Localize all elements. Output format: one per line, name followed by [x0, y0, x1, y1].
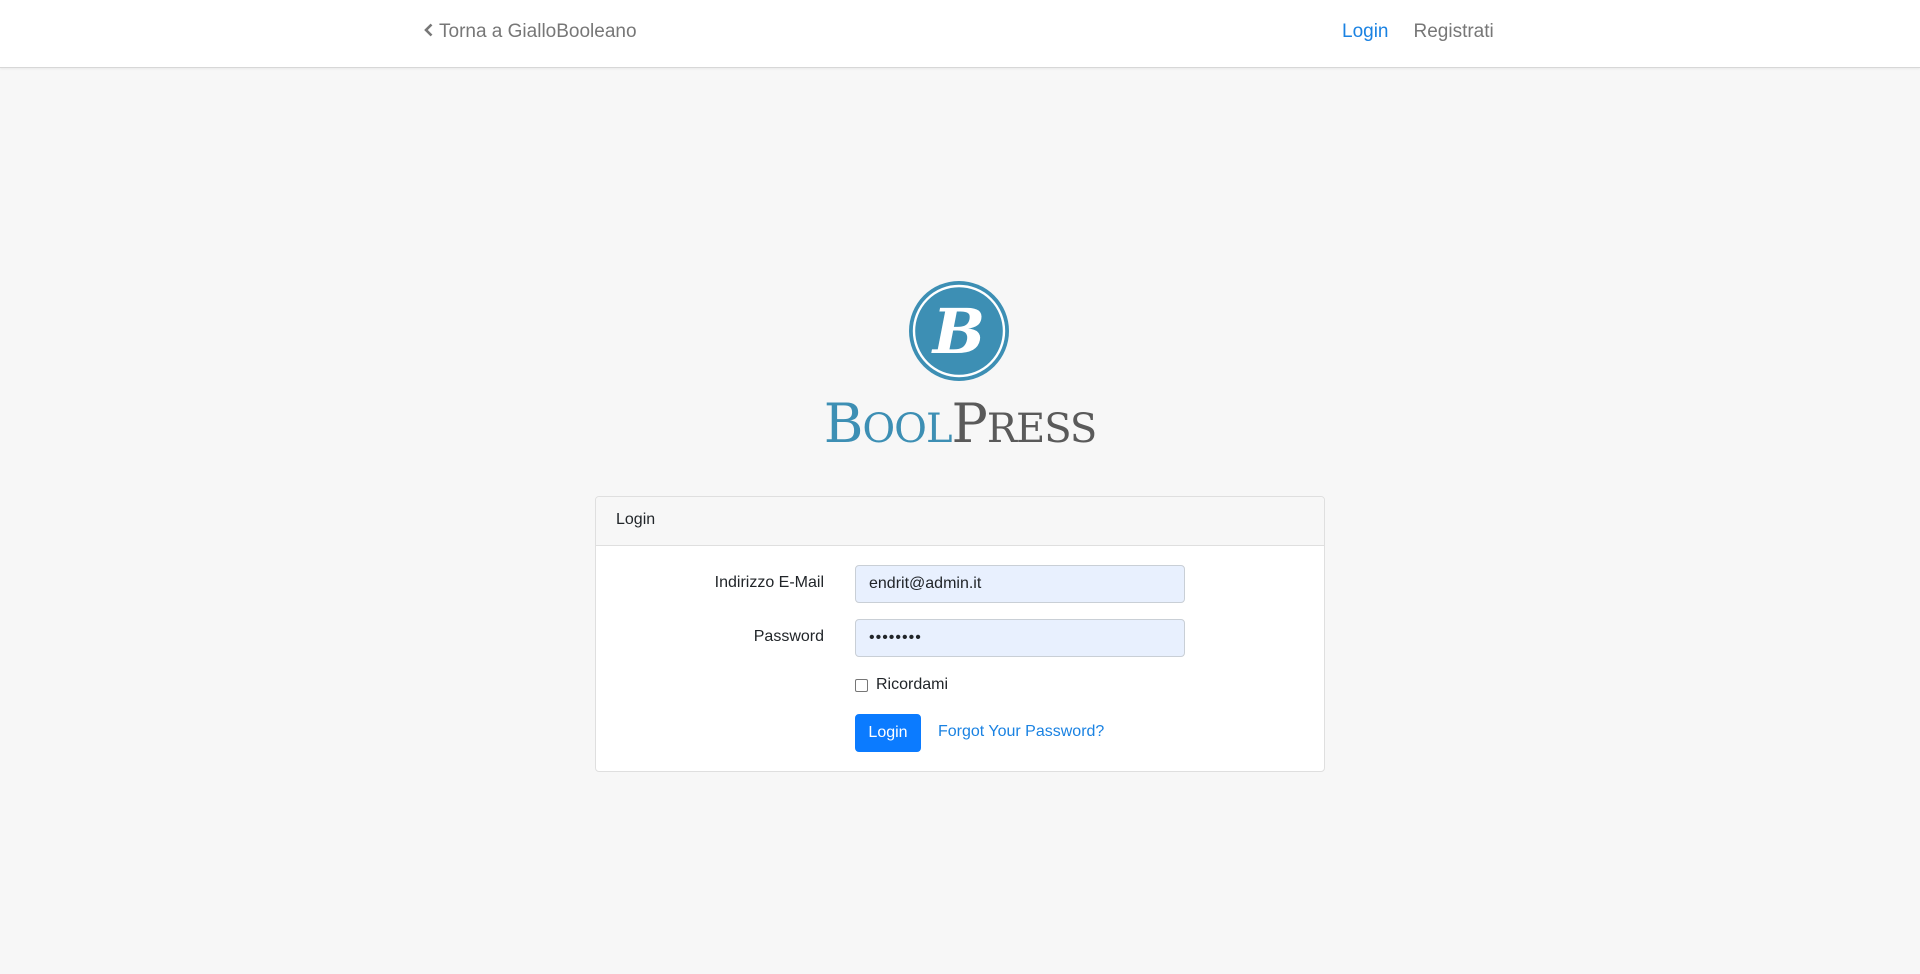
remember-me[interactable]: Ricordami	[855, 676, 948, 694]
chevron-left-icon	[424, 21, 433, 43]
wordmark-p: P	[951, 392, 988, 455]
wordmark-ool: OOL	[862, 406, 952, 452]
back-link-label: Torna a GialloBooleano	[439, 21, 637, 42]
boolpress-wordmark: BOOLPRESS	[0, 392, 1920, 461]
nav-register-link[interactable]: Registrati	[1414, 21, 1494, 43]
forgot-password-link[interactable]: Forgot Your Password?	[938, 723, 1104, 741]
nav-login-link[interactable]: Login	[1342, 21, 1389, 43]
email-label: Indirizzo E-Mail	[714, 574, 824, 591]
wordmark-ress: RESS	[986, 406, 1097, 452]
remember-checkbox[interactable]	[855, 678, 868, 692]
login-card-header: Login	[596, 497, 1324, 546]
login-card: Login Indirizzo E-Mail Password Ricordam…	[595, 496, 1325, 772]
logo-initial: B	[931, 295, 985, 368]
remember-label: Ricordami	[876, 676, 949, 693]
login-submit-button[interactable]: Login	[855, 714, 921, 752]
email-field[interactable]	[855, 565, 1185, 603]
back-to-giallobooleano-link[interactable]: Torna a GialloBooleano	[424, 21, 637, 43]
wordmark-b: B	[823, 392, 864, 455]
boolpress-logo-emblem: B	[908, 280, 1010, 382]
top-navbar: Torna a GialloBooleano Login Registrati	[0, 0, 1920, 68]
password-label: Password	[753, 628, 824, 645]
password-field[interactable]	[855, 619, 1185, 657]
auth-nav: Login Registrati	[1342, 21, 1494, 43]
